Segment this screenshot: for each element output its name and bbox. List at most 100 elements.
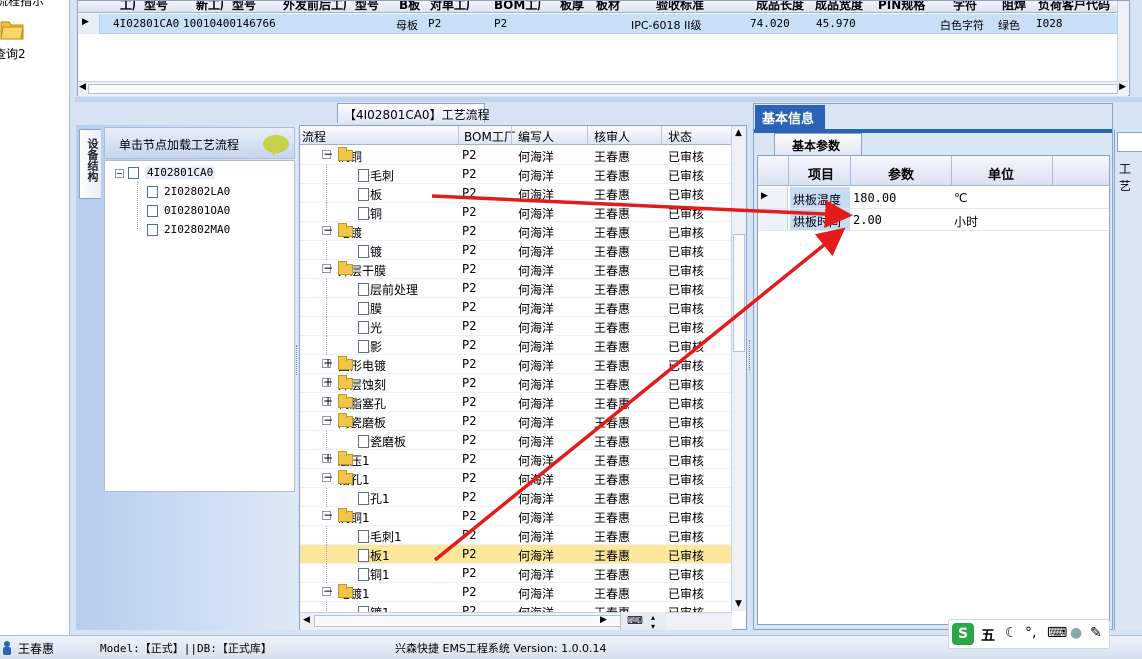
top-horizontal-scrollbar[interactable]: ◀ ▶	[78, 81, 1128, 96]
table-row[interactable]: − 外层干膜 P2 何海洋 王春惠 已审核	[300, 260, 732, 279]
table-row[interactable]: 沉铜1 P2 何海洋 王春惠 已审核	[300, 564, 732, 583]
top-col-header[interactable]: 工厂型号	[120, 1, 168, 12]
expand-icon[interactable]: +	[322, 395, 333, 407]
collapse-icon[interactable]: −	[322, 148, 333, 160]
col-header-item[interactable]: 项目	[808, 164, 834, 183]
horizontal-splitter[interactable]	[75, 97, 1142, 102]
top-col-header[interactable]: 成品长度	[756, 1, 804, 12]
table-row[interactable]: − 钻孔1 P2 何海洋 王春惠 已审核	[300, 469, 732, 488]
collapse-icon[interactable]: −	[322, 414, 333, 426]
expand-icon[interactable]: +	[322, 357, 333, 369]
wrench-icon[interactable]: ✎	[1090, 625, 1102, 641]
table-row[interactable]: − 陶瓷磨板 P2 何海洋 王春惠 已审核	[300, 412, 732, 431]
expand-icon[interactable]: +	[322, 376, 333, 388]
col-header-unit[interactable]: 单位	[988, 164, 1014, 183]
ime-toolbar[interactable]: S 五 ☾ °, ⌨ ● ✎	[948, 619, 1110, 649]
table-row[interactable]: ▶ 烘板温度 180.00 ℃	[758, 187, 1109, 209]
top-col-header[interactable]: B板	[399, 1, 420, 12]
scroll-thumb[interactable]	[314, 615, 632, 627]
collapse-icon[interactable]: −	[322, 585, 333, 597]
process-horizontal-scrollbar[interactable]: ◀ ▶	[300, 612, 732, 630]
table-row[interactable]: −电镀P2何海洋王春惠已审核	[300, 222, 732, 241]
table-row[interactable]: 陶瓷磨板 P2 何海洋 王春惠 已审核	[300, 431, 732, 450]
param-value[interactable]: 2.00	[853, 213, 882, 227]
moon-icon[interactable]: ☾	[1005, 625, 1018, 641]
table-row[interactable]: ▶ 4I02801CA0 10010400146766 母板 P2 P2 IPC…	[78, 14, 1128, 34]
top-col-header[interactable]: 新工厂型号	[196, 1, 256, 12]
folder-icon	[338, 375, 353, 389]
query-link[interactable]: 查询2	[0, 45, 26, 62]
table-row[interactable]: 烘板1 P2 何海洋 王春惠 已审核	[300, 545, 732, 564]
table-row[interactable]: − 电镀1 P2 何海洋 王春惠 已审核	[300, 583, 732, 602]
tab-equipment-structure[interactable]: 设备结构	[79, 129, 101, 199]
top-vertical-scrollbar[interactable]	[1117, 1, 1129, 81]
collapse-icon[interactable]: −	[322, 471, 333, 483]
col-header-checker[interactable]: 核审人	[594, 128, 630, 145]
collapse-icon[interactable]: −	[115, 168, 124, 178]
table-row[interactable]: 去毛刺1 P2 何海洋 王春惠 已审核	[300, 526, 732, 545]
tab-far-right[interactable]	[1117, 132, 1142, 152]
top-col-header[interactable]: PIN规格	[878, 1, 925, 12]
tab-process-flow[interactable]: 【4I02801CA0】工艺流程	[337, 103, 490, 123]
table-row[interactable]: + 图形电镀 P2 何海洋 王春惠 已审核	[300, 355, 732, 374]
keyboard-icon[interactable]: ⌨	[1047, 625, 1067, 641]
tree-node[interactable]: 0I02801OA0	[147, 204, 230, 217]
scroll-thumb[interactable]	[733, 234, 745, 352]
table-row[interactable]: 显影 P2 何海洋 王春惠 已审核	[300, 336, 732, 355]
table-row[interactable]: 烘板 P2 何海洋 王春惠 已审核	[300, 184, 732, 203]
table-row[interactable]: 外层前处理 P2 何海洋 王春惠 已审核	[300, 279, 732, 298]
chat-bubble-icon[interactable]	[263, 135, 289, 156]
col-header-process[interactable]: 流程	[302, 128, 326, 145]
user-icon[interactable]: ●	[1070, 625, 1082, 641]
row-selector[interactable]: ▶	[78, 14, 100, 34]
folder-icon[interactable]	[0, 14, 24, 42]
top-col-header[interactable]: 对单工厂	[430, 1, 478, 12]
table-row[interactable]: 去毛刺 P2 何海洋 王春惠 已审核	[300, 165, 732, 184]
table-row[interactable]: 钻孔1 P2 何海洋 王春惠 已审核	[300, 488, 732, 507]
table-row[interactable]: + 层压1 P2 何海洋 王春惠 已审核	[300, 450, 732, 469]
collapse-icon[interactable]: −	[322, 509, 333, 521]
col-header-status[interactable]: 状态	[668, 128, 692, 145]
top-col-header[interactable]: 成品宽度	[815, 1, 863, 12]
far-right-label[interactable]: 工艺	[1119, 160, 1142, 194]
table-row[interactable]: + 外层蚀刻 P2 何海洋 王春惠 已审核	[300, 374, 732, 393]
table-row[interactable]: − 沉铜1 P2 何海洋 王春惠 已审核	[300, 507, 732, 526]
top-col-header[interactable]: 外发前后工厂型号	[283, 1, 379, 12]
expand-icon[interactable]: +	[322, 452, 333, 464]
top-col-header[interactable]: 板厚	[560, 1, 584, 12]
process-vertical-scrollbar[interactable]: ▲ ▼	[731, 126, 746, 611]
ime-mode[interactable]: 五	[981, 625, 995, 645]
top-col-header[interactable]: 字符	[953, 1, 977, 12]
top-col-header[interactable]: 负荷客户代码	[1038, 1, 1110, 12]
tree-node[interactable]: 2I02802MA0	[147, 223, 230, 236]
top-col-header[interactable]: 验收标准	[656, 1, 704, 12]
row-selector[interactable]	[758, 209, 788, 230]
table-row[interactable]: 贴膜 P2 何海洋 王春惠 已审核	[300, 298, 732, 317]
table-row[interactable]: 沉铜 P2 何海洋 王春惠 已审核	[300, 203, 732, 222]
table-row[interactable]: −沉铜P2何海洋王春惠已审核	[300, 146, 732, 165]
top-col-header[interactable]: 板材	[596, 1, 620, 12]
col-header-bom[interactable]: BOM工厂	[464, 128, 516, 145]
param-value[interactable]: 180.00	[853, 191, 896, 205]
cell-writer: 何海洋	[518, 454, 555, 468]
table-row[interactable]: + 树脂塞孔 P2 何海洋 王春惠 已审核	[300, 393, 732, 412]
top-col-header[interactable]: 阻焊	[1002, 1, 1026, 12]
top-col-header[interactable]: BOM工厂	[494, 1, 549, 12]
scroll-thumb[interactable]	[88, 84, 1118, 94]
table-row[interactable]: 板镀 P2 何海洋 王春惠 已审核	[300, 241, 732, 260]
splitter-grip[interactable]	[749, 340, 752, 370]
keyboard-icon[interactable]: ⌨ ▴ ▾	[620, 612, 666, 631]
tab-basic-params[interactable]: 基本参数	[774, 133, 862, 155]
tree-node[interactable]: 2I02802LA0	[147, 185, 230, 198]
sogou-logo-icon[interactable]: S	[952, 623, 974, 645]
collapse-icon[interactable]: −	[322, 262, 333, 274]
row-selector[interactable]: ▶	[758, 187, 788, 208]
collapse-icon[interactable]: −	[322, 224, 333, 236]
table-row[interactable]: 曝光 P2 何海洋 王春惠 已审核	[300, 317, 732, 336]
punctuation-icon[interactable]: °,	[1025, 625, 1036, 641]
tab-basic-info[interactable]: 基本信息	[755, 105, 825, 129]
col-header-value[interactable]: 参数	[888, 164, 914, 183]
table-row[interactable]: 烘板时间 2.00 小时	[758, 209, 1109, 231]
col-header-writer[interactable]: 编写人	[518, 128, 554, 145]
tree-root[interactable]: − 4I02801CA0	[115, 166, 216, 179]
